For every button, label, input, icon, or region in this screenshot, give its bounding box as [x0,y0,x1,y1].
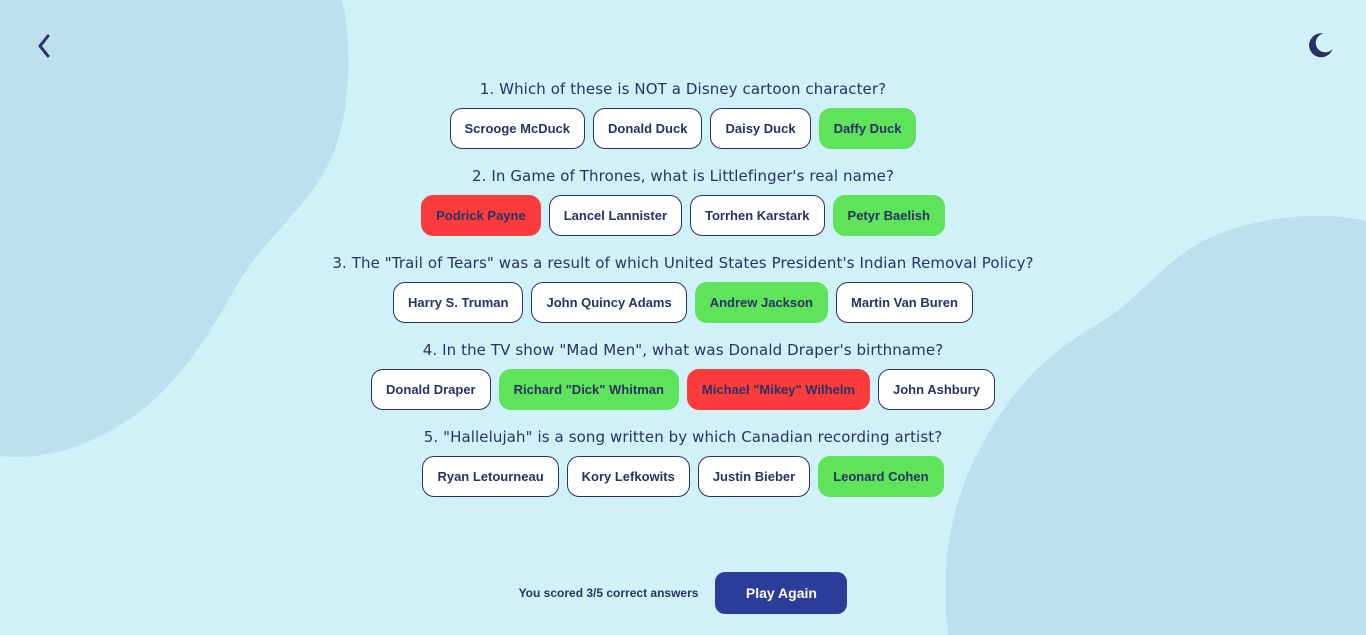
question-5: 5. "Hallelujah" is a song written by whi… [422,426,944,497]
question-text: 3. The "Trail of Tears" was a result of … [332,254,1034,272]
answer-option[interactable]: Daisy Duck [710,108,811,149]
answer-options: Harry S. Truman John Quincy Adams Andrew… [393,282,973,323]
answer-option[interactable]: Kory Lefkowits [566,456,690,497]
score-text: You scored 3/5 correct answers [518,586,699,600]
question-1: 1. Which of these is NOT a Disney cartoo… [449,78,917,149]
question-4: 4. In the TV show "Mad Men", what was Do… [371,339,995,410]
question-3: 3. The "Trail of Tears" was a result of … [332,252,1034,323]
answer-option[interactable]: Andrew Jackson [694,282,829,323]
answer-option[interactable]: Petyr Baelish [832,195,945,236]
answer-option[interactable]: Justin Bieber [697,456,811,497]
play-again-button[interactable]: Play Again [715,572,848,614]
answer-option[interactable]: John Ashbury [878,369,995,410]
results-footer: You scored 3/5 correct answers Play Agai… [0,572,1366,614]
answer-option[interactable]: Harry S. Truman [393,282,524,323]
question-text: 1. Which of these is NOT a Disney cartoo… [479,80,887,98]
answer-options: Ryan Letourneau Kory Lefkowits Justin Bi… [422,456,944,497]
answer-options: Podrick Payne Lancel Lannister Torrhen K… [421,195,945,236]
question-text: 5. "Hallelujah" is a song written by whi… [423,428,943,446]
back-button[interactable] [30,30,58,62]
answer-option[interactable]: John Quincy Adams [531,282,687,323]
answer-option[interactable]: Martin Van Buren [836,282,973,323]
answer-option[interactable]: Michael "Mikey" Wilhelm [686,369,871,410]
question-text: 4. In the TV show "Mad Men", what was Do… [422,341,944,359]
theme-toggle-button[interactable] [1306,30,1336,60]
answer-option[interactable]: Torrhen Karstark [690,195,825,236]
answer-option[interactable]: Richard "Dick" Whitman [498,369,679,410]
question-text: 2. In Game of Thrones, what is Littlefin… [471,167,895,185]
answer-option[interactable]: Scrooge McDuck [449,108,585,149]
chevron-left-icon [38,34,50,58]
quiz-results: 1. Which of these is NOT a Disney cartoo… [0,78,1366,513]
question-2: 2. In Game of Thrones, what is Littlefin… [421,165,945,236]
answer-options: Donald Draper Richard "Dick" Whitman Mic… [371,369,995,410]
answer-option[interactable]: Ryan Letourneau [422,456,559,497]
answer-option[interactable]: Leonard Cohen [818,456,944,497]
answer-option[interactable]: Donald Draper [371,369,491,410]
answer-option[interactable]: Daffy Duck [818,108,917,149]
answer-option[interactable]: Donald Duck [593,108,703,149]
answer-options: Scrooge McDuck Donald Duck Daisy Duck Da… [449,108,917,149]
answer-option[interactable]: Podrick Payne [421,195,541,236]
moon-icon [1309,33,1333,58]
answer-option[interactable]: Lancel Lannister [548,195,683,236]
